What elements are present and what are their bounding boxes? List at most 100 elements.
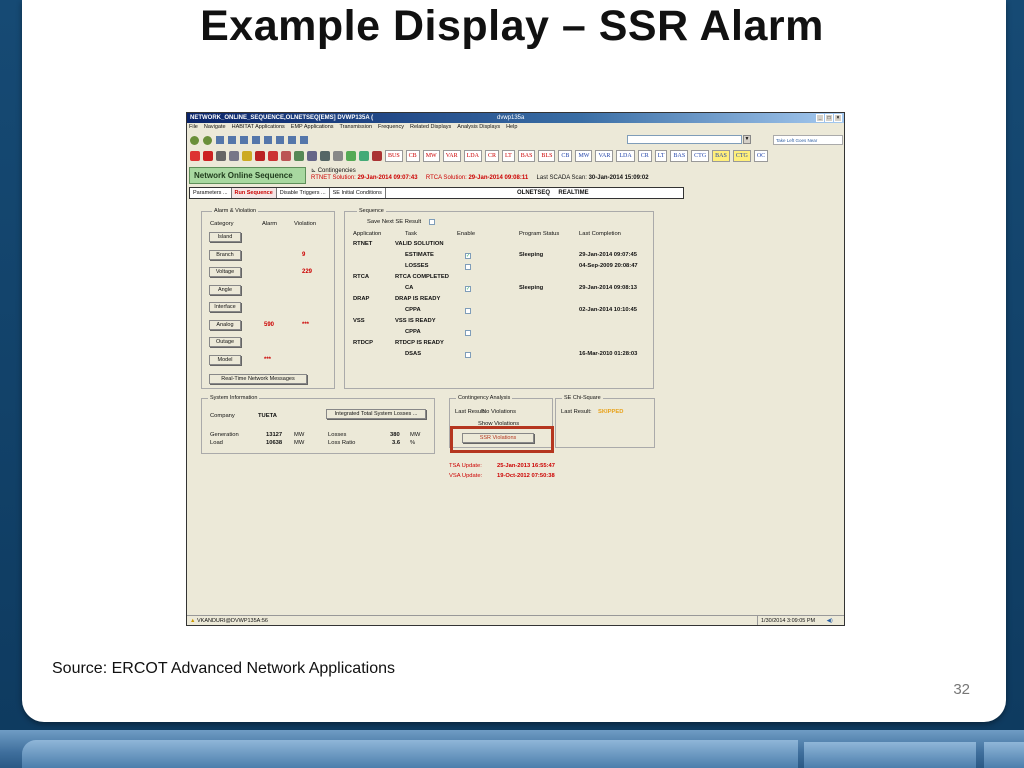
enable-checkbox[interactable] xyxy=(465,264,471,270)
network-icon[interactable] xyxy=(229,151,239,161)
sequence-task: LOSSES xyxy=(405,263,429,269)
toolbar-tag-button[interactable]: BAS xyxy=(712,150,730,162)
network-online-sequence-button[interactable]: Network Online Sequence xyxy=(189,167,306,184)
enable-checkbox[interactable] xyxy=(465,330,471,336)
menu-item[interactable]: Frequency xyxy=(378,123,404,132)
settings-icon[interactable] xyxy=(307,151,317,161)
sequence-app: VSS xyxy=(353,318,365,324)
menu-item[interactable]: Related Displays xyxy=(410,123,451,132)
toolbar-tag-button[interactable]: CTG xyxy=(691,150,710,162)
toolbar-tag-button[interactable]: LT xyxy=(501,150,515,162)
category-button-island[interactable]: Island xyxy=(209,232,241,242)
tab-parameters[interactable]: Parameters ... xyxy=(190,188,232,198)
toolbar-tag-button[interactable]: OC xyxy=(753,150,769,162)
column-header: Alarm xyxy=(262,221,278,227)
toolbar-tag-button[interactable]: CB xyxy=(558,150,573,162)
tool-icon[interactable] xyxy=(294,151,304,161)
print-icon[interactable] xyxy=(240,136,248,144)
page-icon[interactable] xyxy=(228,136,236,144)
toolbar-tag-button[interactable]: BAS xyxy=(670,150,689,162)
toolbar-tag-button[interactable]: BUS xyxy=(385,150,403,162)
real-time-network-messages-button[interactable]: Real-Time Network Messages xyxy=(209,374,307,384)
sequence-app: RTDCP xyxy=(353,340,373,346)
user-icon[interactable] xyxy=(372,151,382,161)
back-icon[interactable] xyxy=(190,135,199,145)
tab-bar: Parameters ... Run Sequence Disable Trig… xyxy=(189,187,684,199)
sequence-app: RTNET xyxy=(353,241,373,247)
menu-item[interactable]: Transmission xyxy=(340,123,373,132)
tab-disable-triggers[interactable]: Disable Triggers ... xyxy=(277,188,330,198)
chart-icon[interactable] xyxy=(346,151,356,161)
unit-label: MW xyxy=(294,432,305,438)
close-doc-icon[interactable] xyxy=(216,136,224,144)
layer-icon[interactable] xyxy=(333,151,343,161)
sequence-task: CA xyxy=(405,285,414,291)
maximize-icon[interactable]: □ xyxy=(825,114,833,122)
menu-item[interactable]: HABITAT Applications xyxy=(232,123,285,132)
load-label: Load xyxy=(210,440,223,446)
find-icon[interactable] xyxy=(264,136,272,144)
trash-icon[interactable] xyxy=(300,136,308,144)
stop-icon[interactable] xyxy=(255,151,265,161)
alarm-icon[interactable] xyxy=(190,151,200,161)
display-selector-input[interactable] xyxy=(627,135,742,144)
toolbar-tag-button[interactable]: LDA xyxy=(616,150,635,162)
toolbar-tag-button[interactable]: CR xyxy=(484,150,499,162)
rtnet-label: RTNET Solution: xyxy=(311,175,356,181)
minimize-icon[interactable]: _ xyxy=(816,114,824,122)
toolbar-tag-button[interactable]: CB xyxy=(405,150,420,162)
toolbar-tag-button[interactable]: VAR xyxy=(442,150,461,162)
enable-checkbox[interactable] xyxy=(465,352,471,358)
map-icon[interactable] xyxy=(359,151,369,161)
sequence-completion: 29-Jan-2014 09:07:45 xyxy=(579,252,638,258)
chevron-down-icon[interactable]: ▼ xyxy=(743,135,751,144)
category-button-branch[interactable]: Branch xyxy=(209,249,241,260)
close-icon[interactable]: × xyxy=(834,114,842,122)
sequence-completion: 02-Jan-2014 10:10:45 xyxy=(579,307,638,313)
copy-icon[interactable] xyxy=(252,136,260,144)
toolbar-tag-button[interactable]: MW xyxy=(575,150,593,162)
category-button-analog[interactable]: Analog xyxy=(209,319,241,330)
menu-item[interactable]: Navigate xyxy=(204,123,226,132)
window-title: NETWORK_ONLINE_SEQUENCE,OLNETSEQ[EMS] DV… xyxy=(190,115,374,121)
alarm-violation-panel: Alarm & Violation Category Alarm Violati… xyxy=(201,208,335,389)
enable-checkbox[interactable] xyxy=(465,308,471,314)
toolbar-tag-button[interactable]: LDA xyxy=(463,150,482,162)
grid-icon[interactable] xyxy=(276,136,284,144)
tab-se-initial-conditions[interactable]: SE Initial Conditions xyxy=(330,188,386,198)
menu-item[interactable]: Analysis Displays xyxy=(457,123,500,132)
category-button-outage[interactable]: Outage xyxy=(209,337,241,347)
toolbar-tag-button[interactable]: VAR xyxy=(595,150,614,162)
category-button-angle[interactable]: Angle xyxy=(209,284,241,295)
toolbar-tag-button[interactable]: CTG xyxy=(732,150,751,162)
speaker-icon[interactable]: ◀) xyxy=(827,618,833,624)
sequence-completion: 04-Sep-2009 20:08:47 xyxy=(579,263,638,269)
display-icon[interactable] xyxy=(216,151,226,161)
window-titlebar[interactable]: NETWORK_ONLINE_SEQUENCE,OLNETSEQ[EMS] DV… xyxy=(187,113,844,123)
toolbar-tag-button[interactable]: LT xyxy=(654,150,668,162)
forward-icon[interactable] xyxy=(203,135,212,145)
enable-checkbox[interactable]: ✓ xyxy=(465,253,471,259)
save-next-se-checkbox[interactable] xyxy=(429,219,435,225)
record-icon[interactable] xyxy=(281,151,291,161)
toolbar-tag-button[interactable]: BAS xyxy=(517,150,536,162)
table-icon[interactable] xyxy=(320,151,330,161)
warning-icon[interactable] xyxy=(268,151,278,161)
sequence-task: CPPA xyxy=(405,329,421,335)
tab-run-sequence[interactable]: Run Sequence xyxy=(231,188,277,198)
alarm-list-icon[interactable] xyxy=(203,151,213,161)
category-button-model[interactable]: Model xyxy=(209,354,241,365)
help-icon[interactable] xyxy=(242,151,252,161)
filter-icon[interactable] xyxy=(288,136,296,144)
toolbar-tag-button[interactable]: CR xyxy=(637,150,652,162)
menu-item[interactable]: File xyxy=(189,123,198,132)
menu-item[interactable]: Help xyxy=(506,123,517,132)
integrated-losses-button[interactable]: Integrated Total System Losses ... xyxy=(326,409,426,419)
toolbar-tag-button[interactable]: MW xyxy=(422,150,440,162)
sequence-task: DSAS xyxy=(405,351,422,357)
toolbar-tag-button[interactable]: BLS xyxy=(538,150,556,162)
category-button-voltage[interactable]: Voltage xyxy=(209,267,241,277)
category-button-interface[interactable]: Interface xyxy=(209,302,241,312)
enable-checkbox[interactable]: ✓ xyxy=(465,286,471,292)
menu-item[interactable]: EMP Applications xyxy=(291,123,334,132)
